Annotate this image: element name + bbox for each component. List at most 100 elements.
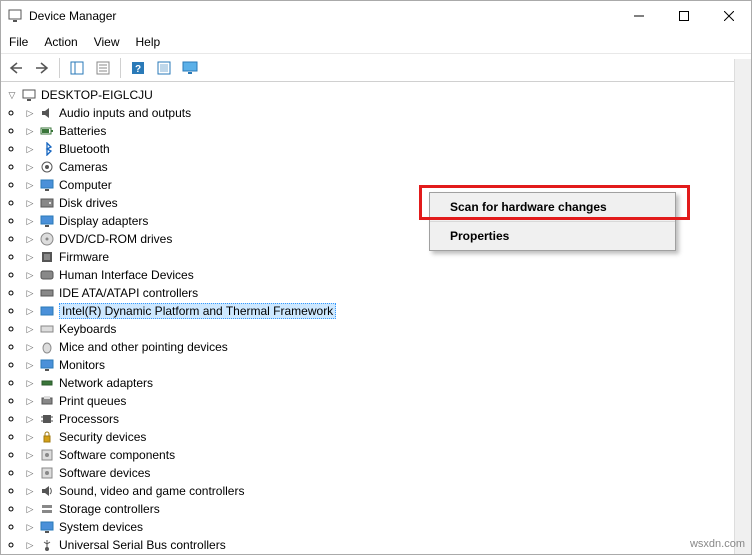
monitor-button[interactable] xyxy=(179,57,201,79)
expander-icon[interactable]: ▷ xyxy=(23,304,37,318)
tree-node[interactable]: ▷Software components xyxy=(23,446,751,464)
expander-icon[interactable]: ▷ xyxy=(23,196,37,210)
expander-icon[interactable]: ▷ xyxy=(23,340,37,354)
tree-node[interactable]: ▷Security devices xyxy=(23,428,751,446)
expander-icon[interactable]: ▷ xyxy=(23,358,37,372)
tree-node[interactable]: ▷ Storage controllers xyxy=(23,500,751,518)
hid-icon xyxy=(39,267,55,283)
expander-icon[interactable]: ▷ xyxy=(23,142,37,156)
expander-icon[interactable]: ▷ xyxy=(23,178,37,192)
system-icon xyxy=(39,519,55,535)
expander-icon[interactable]: ▷ xyxy=(23,502,37,516)
show-hide-button[interactable] xyxy=(66,57,88,79)
expander-icon[interactable]: ▷ xyxy=(23,124,37,138)
tree-node[interactable]: ▷ Print queues xyxy=(23,392,751,410)
tree-node-label: Print queues xyxy=(59,394,126,408)
tree-node[interactable]: ▷Network adapters xyxy=(23,374,751,392)
tree-node-label: Firmware xyxy=(59,250,109,264)
expander-icon[interactable]: ▷ xyxy=(23,538,37,551)
toolbar-separator xyxy=(59,58,60,78)
close-button[interactable] xyxy=(706,1,751,31)
menu-view[interactable]: View xyxy=(94,35,120,49)
tree-node-label: IDE ATA/ATAPI controllers xyxy=(59,286,198,300)
menu-action[interactable]: Action xyxy=(44,35,77,49)
expander-icon[interactable]: ▷ xyxy=(23,268,37,282)
mouse-icon xyxy=(39,339,55,355)
window-controls xyxy=(616,1,751,31)
tree-node-label: Processors xyxy=(59,412,119,426)
tree-node[interactable]: ▷ IDE ATA/ATAPI controllers xyxy=(23,284,751,302)
tree-node-label: System devices xyxy=(59,520,143,534)
tree-node-label: Human Interface Devices xyxy=(59,268,194,282)
window-title: Device Manager xyxy=(29,9,616,23)
toolbar-separator xyxy=(120,58,121,78)
tree-node-label: Cameras xyxy=(59,160,108,174)
expander-icon[interactable]: ▽ xyxy=(5,88,19,102)
expander-icon[interactable]: ▷ xyxy=(23,376,37,390)
network-icon xyxy=(39,375,55,391)
tree-node-label: Storage controllers xyxy=(59,502,160,516)
expander-icon[interactable]: ▷ xyxy=(23,322,37,336)
root-label: DESKTOP-EIGLCJU xyxy=(41,88,153,102)
tree-node-label: Display adapters xyxy=(59,214,148,228)
tree-node-label: Intel(R) Dynamic Platform and Thermal Fr… xyxy=(59,303,336,319)
expander-icon[interactable]: ▷ xyxy=(23,430,37,444)
svg-text:?: ? xyxy=(135,64,141,75)
expander-icon[interactable]: ▷ xyxy=(23,466,37,480)
tree-root-node[interactable]: ▽ DESKTOP-EIGLCJU xyxy=(5,86,751,104)
bluetooth-icon xyxy=(39,141,55,157)
tree-node-label: Monitors xyxy=(59,358,105,372)
tree-node[interactable]: ▷ Human Interface Devices xyxy=(23,266,751,284)
tree-node[interactable]: ▷Mice and other pointing devices xyxy=(23,338,751,356)
back-button[interactable] xyxy=(5,57,27,79)
vertical-scrollbar[interactable] xyxy=(734,59,751,554)
tree-node[interactable]: ▷ Intel(R) Dynamic Platform and Thermal F… xyxy=(23,302,751,320)
expander-icon[interactable]: ▷ xyxy=(23,286,37,300)
tree-node[interactable]: ▷ Monitors xyxy=(23,356,751,374)
toolbar: ? xyxy=(1,54,751,82)
expander-icon[interactable]: ▷ xyxy=(23,160,37,174)
battery-icon xyxy=(39,123,55,139)
tree-node[interactable]: ▷ Processors xyxy=(23,410,751,428)
dvd-icon xyxy=(39,231,55,247)
expander-icon[interactable]: ▷ xyxy=(23,448,37,462)
minimize-button[interactable] xyxy=(616,1,661,31)
expander-icon[interactable]: ▷ xyxy=(23,232,37,246)
tree-node[interactable]: ▷ Software devices xyxy=(23,464,751,482)
usb-icon xyxy=(39,537,55,551)
context-properties[interactable]: Properties xyxy=(430,222,675,250)
device-tree-panel: ▽ DESKTOP-EIGLCJU ▷ Audio inputs and outp… xyxy=(1,82,751,551)
firmware-icon xyxy=(39,249,55,265)
tree-node-label: Computer xyxy=(59,178,112,192)
maximize-button[interactable] xyxy=(661,1,706,31)
expander-icon[interactable]: ▷ xyxy=(23,106,37,120)
expander-icon[interactable]: ▷ xyxy=(23,484,37,498)
software-icon xyxy=(39,465,55,481)
tree-node[interactable]: ▷ System devices xyxy=(23,518,751,536)
menu-help[interactable]: Help xyxy=(136,35,161,49)
computer-icon xyxy=(21,87,37,103)
tree-node[interactable]: ▷Universal Serial Bus controllers xyxy=(23,536,751,551)
tree-node-label: Software devices xyxy=(59,466,150,480)
tree-node[interactable]: ▷Batteries xyxy=(23,122,751,140)
ide-icon xyxy=(39,285,55,301)
tree-node[interactable]: ▷Keyboards xyxy=(23,320,751,338)
scan-hardware-button[interactable] xyxy=(153,57,175,79)
tree-node-label: Audio inputs and outputs xyxy=(59,106,191,120)
expander-icon[interactable]: ▷ xyxy=(23,250,37,264)
tree-node[interactable]: ▷ Audio inputs and outputs xyxy=(23,104,751,122)
tree-node[interactable]: ▷Bluetooth xyxy=(23,140,751,158)
tree-node[interactable]: ▷Sound, video and game controllers xyxy=(23,482,751,500)
software-icon xyxy=(39,447,55,463)
thermal-icon xyxy=(39,303,55,319)
context-scan-hardware[interactable]: Scan for hardware changes xyxy=(430,193,675,222)
expander-icon[interactable]: ▷ xyxy=(23,214,37,228)
help-button[interactable]: ? xyxy=(127,57,149,79)
expander-icon[interactable]: ▷ xyxy=(23,412,37,426)
menu-file[interactable]: File xyxy=(9,35,28,49)
expander-icon[interactable]: ▷ xyxy=(23,520,37,534)
expander-icon[interactable]: ▷ xyxy=(23,394,37,408)
forward-button[interactable] xyxy=(31,57,53,79)
properties-button[interactable] xyxy=(92,57,114,79)
tree-node[interactable]: ▷ Cameras xyxy=(23,158,751,176)
